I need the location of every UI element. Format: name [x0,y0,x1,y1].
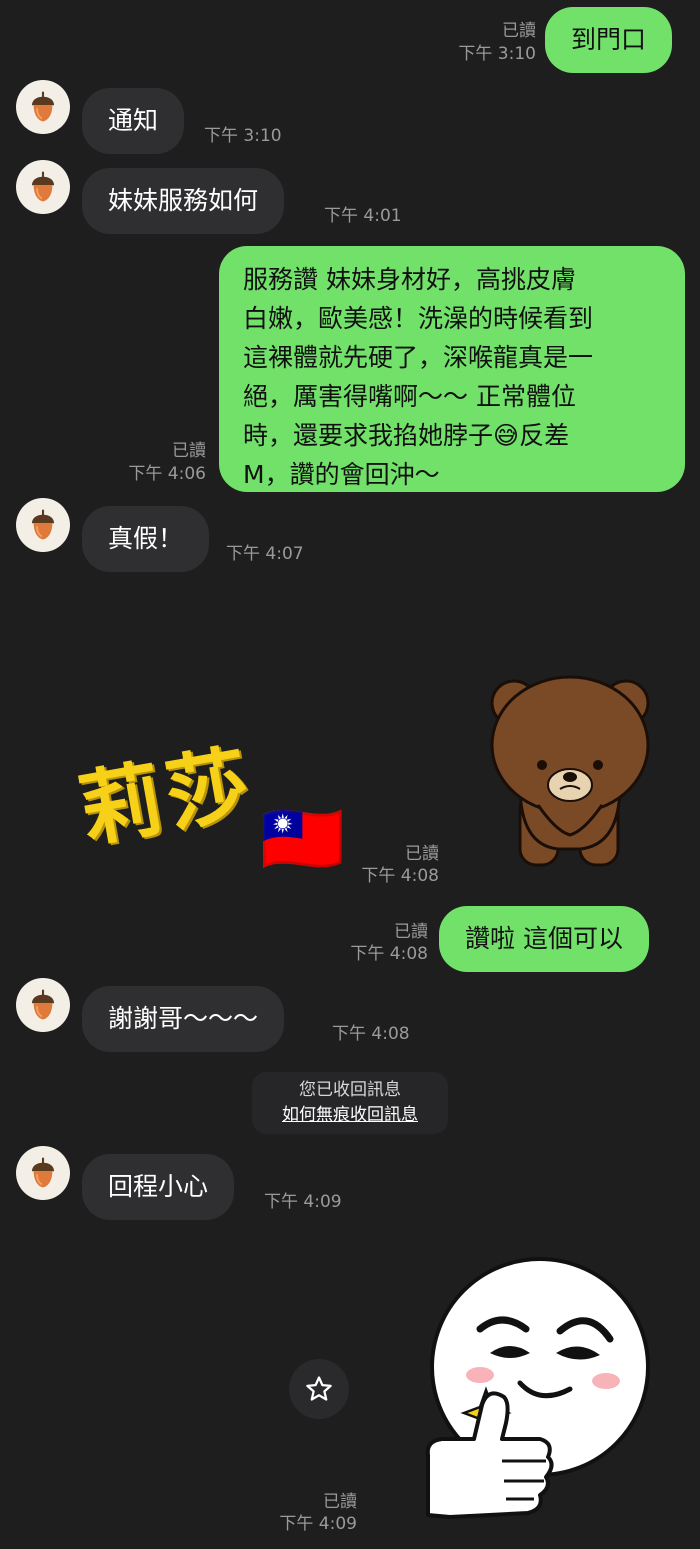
contact-avatar[interactable] [16,978,70,1032]
incoming-message-bubble[interactable]: 通知 [82,88,185,154]
unsent-help-link[interactable]: 如何無痕收回訊息 [252,1103,448,1128]
acorn-icon [31,509,55,540]
acorn-icon [31,91,55,122]
message-line: 時，還要求我掐她脖子😅反差 [243,421,570,450]
message-time: 下午 4:08 [332,1024,410,1044]
message-time: 下午 4:09 [264,1192,342,1212]
acorn-icon [31,171,55,202]
text-sticker[interactable]: 莉莎 🇹🇼 [72,722,372,892]
brown-bear-sticker[interactable] [480,665,660,875]
message-time: 下午 4:08 [350,944,428,964]
message-read-status: 已讀 [502,21,536,41]
incoming-message-bubble[interactable]: 回程小心 [82,1154,235,1220]
contact-avatar[interactable] [16,1146,70,1200]
message-time: 下午 4:09 [279,1514,357,1534]
unsent-message-notice: 您已收回訊息 如何無痕收回訊息 [252,1072,448,1134]
message-line: 服務讚 妹妹身材好，高挑皮膚 [243,265,576,294]
message-line: M，讚的會回沖～ [243,460,440,489]
moon-thumbs-up-sticker[interactable] [410,1255,650,1520]
contact-avatar[interactable] [16,498,70,552]
acorn-icon [31,1157,55,1188]
message-read-status: 已讀 [405,844,439,864]
unsent-notice-text: 您已收回訊息 [299,1080,401,1100]
acorn-icon [31,989,55,1020]
message-time: 下午 4:08 [361,866,439,886]
message-time: 下午 4:07 [226,544,304,564]
star-icon [306,1376,332,1401]
sticker-text: 莉莎 [72,735,263,860]
message-line: 絕，厲害得嘴啊～～ 正常體位 [243,382,576,411]
taiwan-flag-emoji: 🇹🇼 [260,800,345,879]
outgoing-message-bubble[interactable]: 到門口 [545,7,673,73]
incoming-message-bubble[interactable]: 真假！ [82,506,210,572]
message-read-status: 已讀 [323,1492,357,1512]
message-time: 下午 4:01 [324,206,402,226]
contact-avatar[interactable] [16,160,70,214]
contact-avatar[interactable] [16,80,70,134]
message-time: 下午 3:10 [458,44,536,64]
outgoing-message-bubble[interactable]: 服務讚 妹妹身材好，高挑皮膚 白嫩，歐美感！洗澡的時候看到 這裸體就先硬了，深喉… [219,246,685,492]
message-time: 下午 3:10 [204,126,282,146]
message-line: 白嫩，歐美感！洗澡的時候看到 [243,304,594,333]
incoming-message-bubble[interactable]: 謝謝哥～～～ [82,986,285,1052]
message-read-status: 已讀 [172,441,206,461]
incoming-message-bubble[interactable]: 妹妹服務如何 [82,168,285,234]
message-time: 下午 4:06 [128,464,206,484]
message-line: 這裸體就先硬了，深喉龍真是一 [243,343,594,372]
outgoing-message-bubble[interactable]: 讚啦 這個可以 [439,906,649,972]
message-read-status: 已讀 [394,922,428,942]
favorite-button[interactable] [289,1359,349,1419]
